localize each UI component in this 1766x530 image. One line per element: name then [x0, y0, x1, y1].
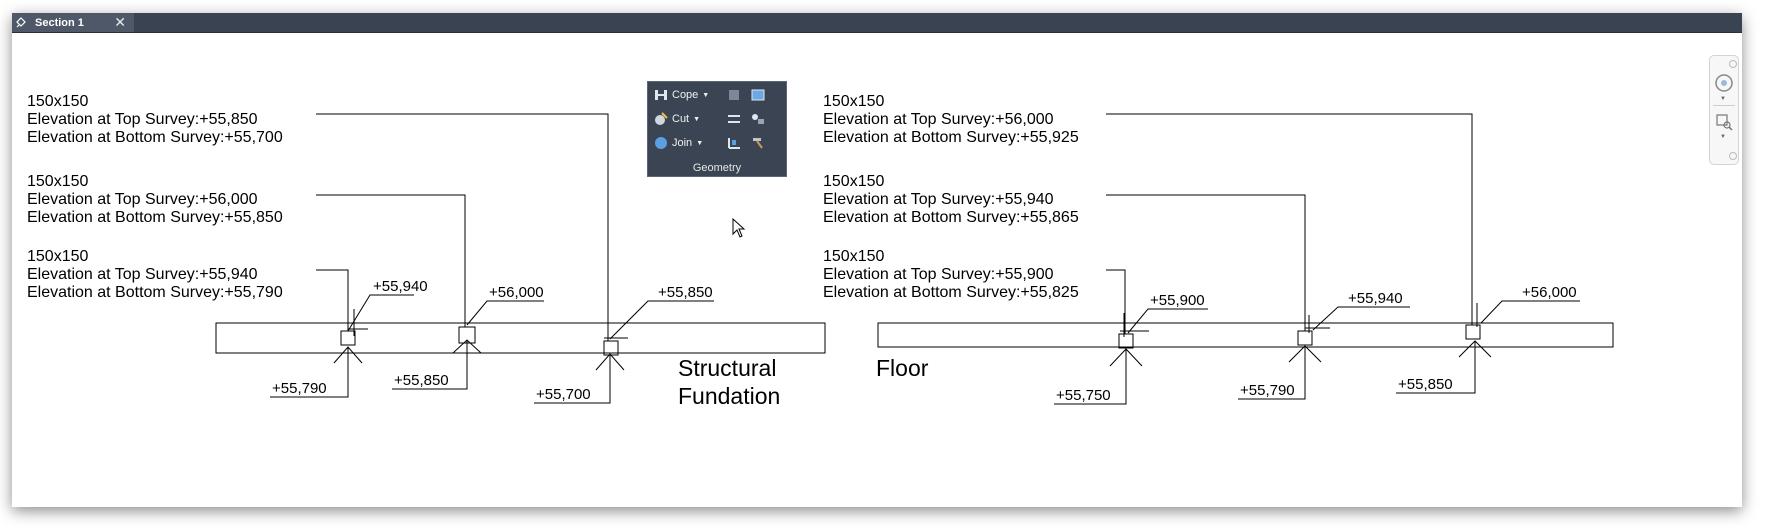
callout-bottom-elevation: Elevation at Bottom Survey:+55,825: [823, 284, 1079, 301]
leader-line: [316, 194, 466, 327]
drawing-canvas[interactable]: 150x150 Elevation at Top Survey:+55,850 …: [12, 33, 1742, 507]
chevron-down-icon[interactable]: ▼: [1720, 96, 1726, 102]
split-face-icon[interactable]: [750, 88, 766, 102]
floor-beam: [877, 322, 1614, 348]
section-label: Fundation: [678, 383, 780, 409]
section-label: Floor: [876, 355, 929, 381]
callout-top-elevation: Elevation at Top Survey:+55,850: [27, 111, 258, 128]
demolish-icon[interactable]: [726, 136, 742, 150]
chevron-down-icon: ▼: [693, 115, 701, 123]
column-section: [340, 330, 356, 346]
callout-bottom-elevation: Elevation at Bottom Survey:+55,700: [27, 129, 283, 146]
callout-size: 150x150: [27, 93, 88, 110]
leader-line: [1106, 269, 1126, 334]
join-icon: [655, 137, 667, 149]
top-elevation-label: +55,940: [373, 278, 428, 295]
section-drawing: 150x150 Elevation at Top Survey:+55,850 …: [27, 93, 1614, 409]
split-element-icon[interactable]: [726, 112, 742, 126]
cope-icon: [655, 90, 667, 100]
leader-line: [316, 113, 609, 341]
mouse-cursor-icon: [732, 218, 746, 238]
column-section: [1465, 324, 1481, 340]
cope-button[interactable]: Cope ▼: [654, 88, 709, 102]
bottom-elevation-label: +55,700: [536, 386, 591, 403]
column-section: [1297, 330, 1313, 346]
cut-icon: [655, 112, 668, 125]
document-tab-bar: Section 1 ✕: [12, 13, 1742, 33]
top-elevation-label: +55,850: [658, 284, 713, 301]
callout-top-elevation: Elevation at Top Survey:+56,000: [823, 111, 1054, 128]
nav-divider: [1713, 105, 1735, 106]
top-elevation-label: +55,900: [1150, 292, 1205, 309]
callout-top-elevation: Elevation at Top Survey:+55,940: [27, 266, 258, 283]
wall-joins-icon[interactable]: [726, 88, 742, 102]
hammer-icon[interactable]: [750, 136, 766, 150]
navigation-bar: ▼ ▼: [1709, 55, 1739, 165]
callout-bottom-elevation: Elevation at Bottom Survey:+55,865: [823, 209, 1079, 226]
callout-size: 150x150: [27, 248, 88, 265]
top-elevation-label: +55,940: [1348, 290, 1403, 307]
callout-bottom-elevation: Elevation at Bottom Survey:+55,925: [823, 129, 1079, 146]
callout-size: 150x150: [823, 173, 884, 190]
nav-control-dot: [1729, 60, 1737, 68]
join-button[interactable]: Join ▼: [654, 136, 703, 150]
paint-icon[interactable]: [750, 112, 766, 126]
top-elevation-label: +56,000: [1522, 284, 1577, 301]
callout-size: 150x150: [823, 248, 884, 265]
chevron-down-icon: ▼: [696, 139, 704, 147]
cut-button[interactable]: Cut ▼: [654, 112, 700, 126]
leader-line: [1106, 194, 1306, 331]
callout-bottom-elevation: Elevation at Bottom Survey:+55,850: [27, 209, 283, 226]
bottom-elevation-label: +55,790: [272, 380, 327, 397]
callout-size: 150x150: [823, 93, 884, 110]
geometry-ribbon-panel: Cope ▼ Cut ▼ Join ▼ Geometry: [647, 81, 787, 177]
leader-line: [316, 269, 349, 331]
callout-top-elevation: Elevation at Top Survey:+55,900: [823, 266, 1054, 283]
bottom-elevation-label: +55,790: [1240, 382, 1295, 399]
full-navigation-wheel-icon[interactable]: [1713, 72, 1735, 94]
nav-control-dot: [1729, 152, 1737, 160]
tab-title: Section 1: [35, 16, 84, 29]
bottom-elevation-label: +55,750: [1056, 387, 1111, 404]
foundation-beam: [215, 322, 826, 354]
bottom-elevation-label: +55,850: [1398, 376, 1453, 393]
chevron-down-icon[interactable]: ▼: [1720, 134, 1726, 140]
pin-icon: [16, 16, 26, 27]
callout-size: 150x150: [27, 173, 88, 190]
callout-top-elevation: Elevation at Top Survey:+56,000: [27, 191, 258, 208]
callout-bottom-elevation: Elevation at Bottom Survey:+55,790: [27, 284, 283, 301]
callout-top-elevation: Elevation at Top Survey:+55,940: [823, 191, 1054, 208]
section-view-window: Section 1 ✕ 150x150 Elevation at Top Sur…: [12, 13, 1742, 507]
section-label: Structural: [678, 355, 776, 381]
close-icon[interactable]: ✕: [114, 15, 126, 29]
zoom-icon[interactable]: [1714, 112, 1734, 132]
tab-section-1[interactable]: Section 1 ✕: [12, 13, 134, 32]
bottom-elevation-label: +55,850: [394, 372, 449, 389]
column-section: [1118, 333, 1134, 349]
ribbon-panel-title: Geometry: [692, 162, 742, 174]
top-elevation-label: +56,000: [489, 284, 544, 301]
chevron-down-icon: ▼: [702, 91, 710, 99]
